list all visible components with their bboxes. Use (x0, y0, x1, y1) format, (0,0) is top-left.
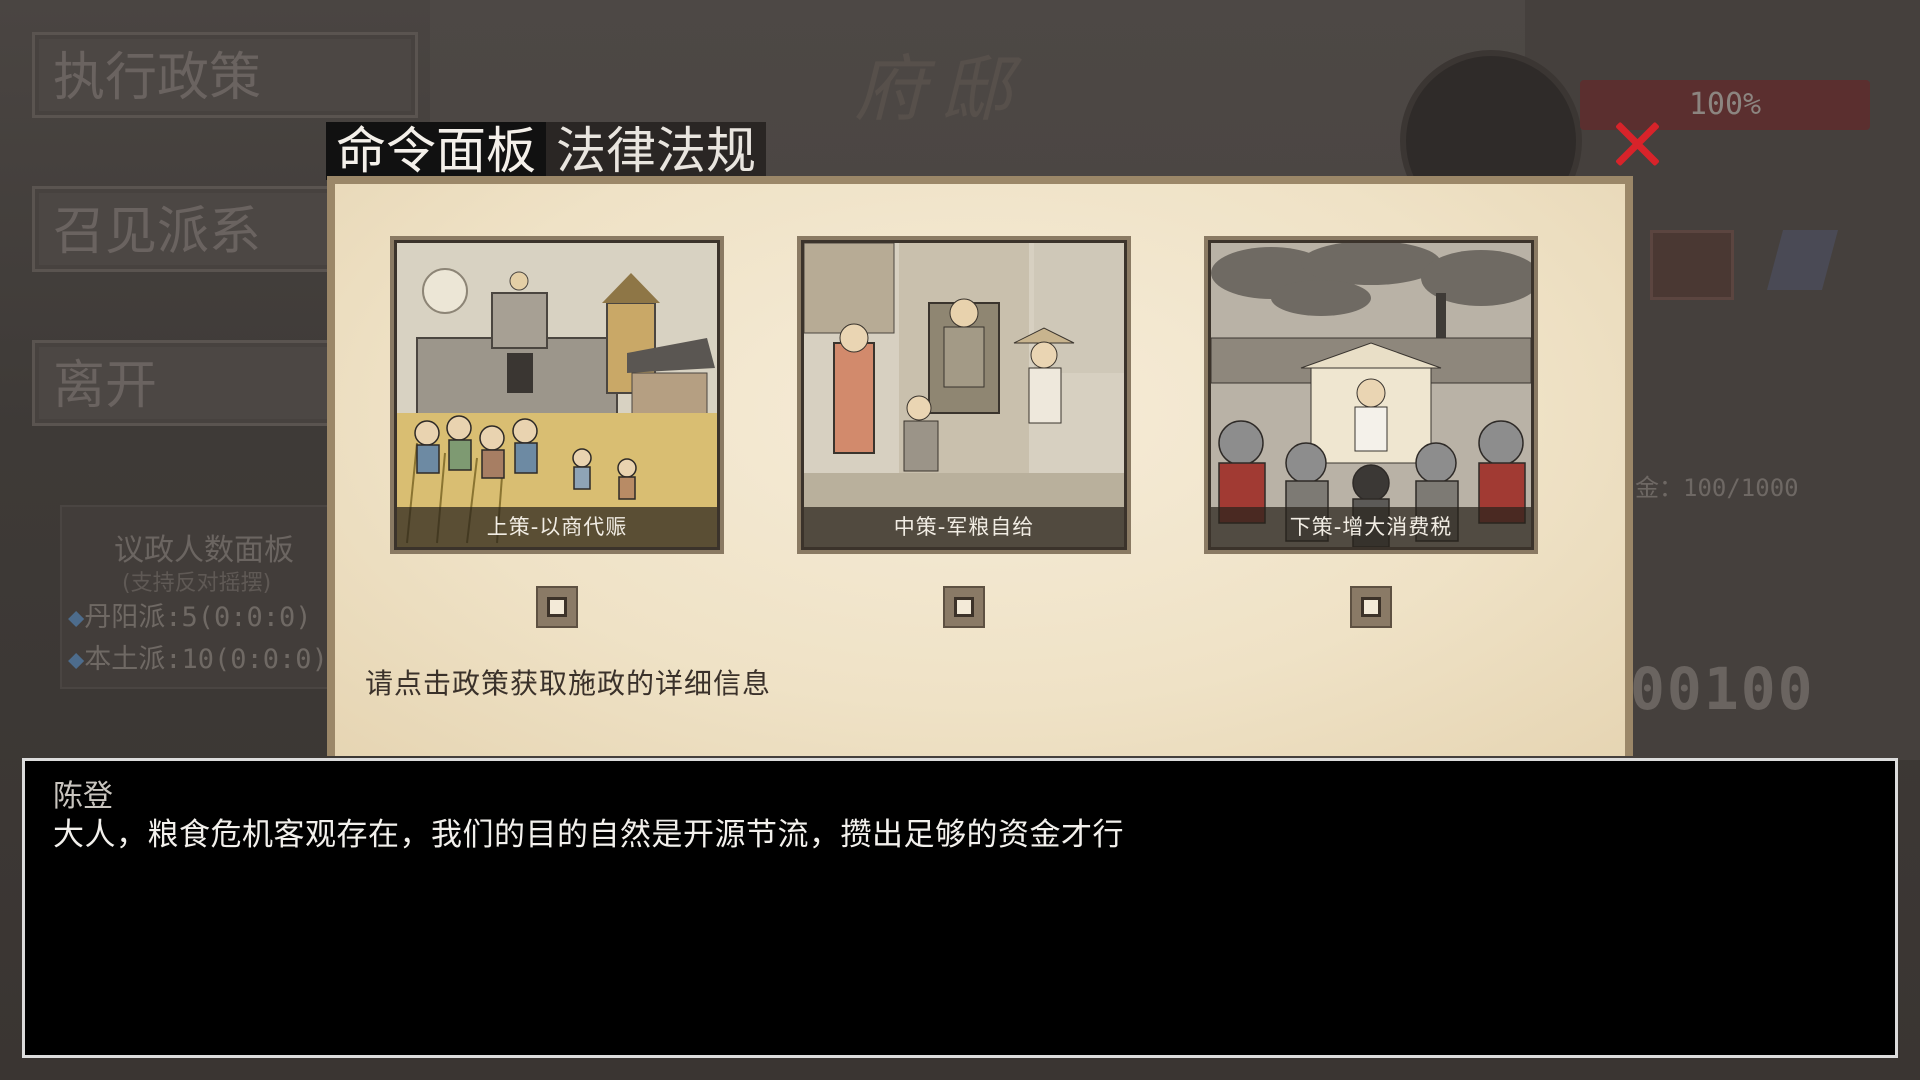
diamond-icon: ◆ (68, 602, 85, 633)
policy-caption: 下策-增大消费税 (1211, 507, 1531, 547)
treasure-chest-icon[interactable] (1650, 230, 1734, 300)
tab-laws-regulations[interactable]: 法律法规 (546, 122, 766, 180)
policy-caption: 上策-以商代赈 (397, 507, 717, 547)
dialogue-text: 大人，粮食危机客观存在，我们的目的自然是开源节流，攒出足够的资金才行 (53, 817, 1124, 853)
modal-tabs: 命令面板 法律法规 (326, 122, 766, 180)
close-icon[interactable] (1612, 118, 1664, 170)
policy-checkbox-lower[interactable] (1350, 586, 1392, 628)
council-row: ◆本土派:10(0:0:0) (68, 644, 328, 675)
hall-title: 府邸 (853, 47, 1026, 131)
policy-card-middle[interactable]: 中策-军粮自给 (797, 236, 1131, 554)
policy-checkbox-middle[interactable] (943, 586, 985, 628)
court-officials-scene-illustration: 中策-军粮自给 (801, 240, 1127, 550)
checkbox-icon (954, 597, 974, 617)
army-gathering-scene-illustration: 下策-增大消费税 (1208, 240, 1534, 550)
council-panel: 议政人数面板 (支持反对摇摆) ◆丹阳派:5(0:0:0) ◆本土派:10(0:… (60, 505, 354, 689)
policy-image (804, 243, 1124, 547)
policy-checkbox-upper[interactable] (536, 586, 578, 628)
policy-panel: 上策-以商代赈 中策-军粮自给 下策-增大消费税 请点击政策获取施政的详细信息 (327, 176, 1633, 756)
policy-card-upper[interactable]: 上策-以商代赈 (390, 236, 724, 554)
diamond-icon: ◆ (68, 644, 85, 675)
policy-card-lower[interactable]: 下策-增大消费税 (1204, 236, 1538, 554)
policy-hint: 请点击政策获取施政的详细信息 (365, 667, 772, 700)
checkbox-icon (1361, 597, 1381, 617)
checkbox-icon (547, 597, 567, 617)
city-grain-scene-illustration: 上策-以商代赈 (394, 240, 720, 550)
dialogue-box[interactable]: 陈登 大人，粮食危机客观存在，我们的目的自然是开源节流，攒出足够的资金才行 (22, 758, 1898, 1058)
policy-panel-body: 上策-以商代赈 中策-军粮自给 下策-增大消费税 请点击政策获取施政的详细信息 (335, 184, 1625, 756)
gold-readout: 金：100/1000 (1635, 474, 1799, 502)
council-row: ◆丹阳派:5(0:0:0) (68, 602, 312, 633)
policy-image (1211, 243, 1531, 547)
council-title: 议政人数面板 (114, 533, 294, 568)
policy-caption: 中策-军粮自给 (804, 507, 1124, 547)
council-subtitle: (支持反对摇摆) (122, 571, 272, 596)
execute-policy-button[interactable]: 执行政策 (32, 32, 418, 118)
tab-command-panel[interactable]: 命令面板 (326, 122, 546, 180)
resource-counter: 00100 (1630, 655, 1815, 723)
policy-image (397, 243, 717, 547)
